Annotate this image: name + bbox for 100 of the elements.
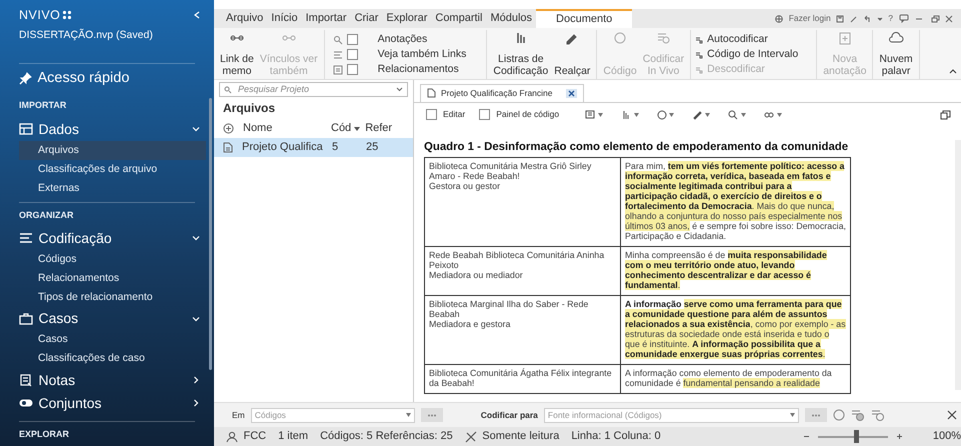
collapse-icon[interactable] — [194, 11, 200, 20]
scrollbar[interactable] — [209, 98, 212, 370]
more-button[interactable] — [804, 408, 827, 422]
sidebar-group[interactable]: Conjuntos — [38, 392, 102, 414]
read-only-icon — [464, 430, 477, 442]
sidebar-item[interactable]: Códigos — [19, 250, 206, 270]
checkbox-label[interactable]: Relacionamentos — [378, 62, 459, 77]
checkbox[interactable] — [426, 109, 437, 120]
ribbon-tab[interactable]: Explorar — [382, 9, 432, 28]
column-header[interactable]: Nome — [243, 120, 331, 137]
table-cell: Rede Beabah Biblioteca Comunitária Aninha Peixoto Mediadora ou mediador — [424, 246, 620, 296]
ribbon-tab[interactable]: Criar — [350, 9, 382, 28]
code-icon[interactable] — [870, 409, 885, 421]
close-icon[interactable] — [947, 410, 957, 420]
highlighter-icon — [692, 110, 702, 120]
ribbon-tab[interactable]: Importar — [302, 9, 351, 28]
uncode-icon[interactable] — [850, 409, 865, 421]
more-button[interactable] — [420, 408, 443, 422]
ribbon-tab[interactable]: Compartil — [431, 9, 486, 28]
chevron-icon[interactable] — [192, 234, 200, 242]
sidebar-group[interactable]: Codificação — [38, 228, 112, 249]
ribbon-button[interactable]: Realçar — [551, 30, 594, 79]
user-icon — [226, 430, 238, 442]
pen-icon[interactable] — [850, 14, 858, 22]
sidebar-item[interactable]: Arquivos — [19, 140, 206, 160]
toolbar-dropdown[interactable] — [692, 110, 710, 120]
login-link[interactable]: Fazer login — [788, 12, 831, 25]
checkbox[interactable] — [346, 34, 358, 45]
ribbon-button[interactable]: Link de memo — [217, 30, 257, 79]
sidebar-item[interactable]: Tipos de relacionamento — [19, 288, 206, 308]
sidebar-item[interactable]: Classificações de caso — [19, 349, 206, 368]
status-text: Linha: 1 Coluna: 0 — [571, 429, 661, 444]
toolbar-dropdown[interactable] — [764, 110, 782, 120]
chevron-icon[interactable] — [192, 376, 200, 384]
zoom-out-icon[interactable] — [802, 433, 810, 440]
more-icon — [810, 414, 821, 416]
checkbox-label[interactable]: Anotações — [378, 32, 428, 47]
caret-icon — [406, 413, 411, 417]
chevron-icon[interactable] — [192, 399, 200, 408]
toolbar-dropdown[interactable] — [620, 110, 639, 120]
sidebar-item[interactable]: Relacionamentos — [19, 269, 206, 288]
restore-icon[interactable] — [940, 110, 951, 120]
globe-icon — [775, 14, 784, 22]
toolbar-dropdown[interactable] — [728, 110, 746, 120]
table-cell: A informação serve como uma ferramenta para que a comunidade questione para além de assuntos relacionados a sua existência, como por exemplo - as estruturas da sociedade onde está inserida e tudo o que é instituinte. A informação possibilita que a comunidade enxergue suas próprias correntes. — [620, 295, 850, 364]
checkbox-label[interactable]: Veja também Links — [378, 47, 466, 62]
ribbon-tab[interactable]: Documento — [536, 9, 632, 28]
ribbon-button[interactable]: Autocodificar — [695, 32, 798, 47]
ribbon-tab[interactable]: Início — [267, 9, 302, 28]
help-button[interactable]: ? — [888, 12, 893, 25]
restore-icon[interactable] — [930, 14, 940, 22]
add-icon[interactable] — [223, 123, 234, 134]
status-text: Códigos: 5 Referências: 25 — [320, 429, 453, 444]
stripes-icon — [695, 66, 704, 74]
checkbox[interactable] — [346, 64, 358, 75]
section-heading: IMPORTAR — [19, 99, 66, 112]
close-icon[interactable] — [566, 88, 577, 98]
checkbox[interactable] — [479, 109, 490, 120]
section-heading: EXPLORAR — [19, 428, 70, 441]
ribbon-button[interactable]: Listras de Codificação — [490, 30, 552, 79]
sidebar-item[interactable]: Externas — [19, 178, 206, 198]
comment-icon[interactable] — [898, 14, 908, 23]
undo-icon[interactable] — [863, 14, 872, 22]
sidebar-item[interactable]: Classificações de arquivo — [19, 160, 206, 179]
table-cell: Para mim, tem um viés fortemente político: acesso a informação correta, verídica, baseada em fatos e socialmente legitimada contribui para a participação cidadã, o exercício de direitos e o fortalecimento da Democracia. Mais do que nunca, olhando a conjuntura do nosso país especialmente nos últimos 03 anos, é e sempre foi sobre isso: Democracia, Participação e Cidadania. — [620, 157, 850, 246]
close-icon[interactable] — [945, 14, 953, 22]
dropdown-icon[interactable] — [876, 14, 883, 22]
search-input[interactable]: Pesquisar Projeto — [238, 82, 390, 96]
sort-icon[interactable] — [354, 126, 360, 130]
chevron-icon[interactable] — [192, 125, 200, 134]
toolbar-dropdown[interactable] — [656, 110, 674, 120]
ribbon-button[interactable]: Código de Intervalo — [695, 47, 798, 62]
ribbon-tab[interactable]: Módulos — [486, 9, 536, 28]
checkbox-label[interactable]: Painel de código — [496, 108, 560, 122]
file-icon — [223, 142, 233, 153]
sidebar-group[interactable]: Dados — [38, 118, 79, 140]
checkbox-label[interactable]: Editar — [443, 108, 466, 122]
sidebar-item[interactable]: Casos — [19, 330, 206, 350]
checkbox[interactable] — [346, 49, 358, 60]
zoom-in-icon[interactable] — [896, 433, 903, 440]
table-cell-text: 5 — [332, 140, 340, 156]
notes-icon — [19, 373, 33, 387]
dropdown-icon[interactable] — [396, 87, 403, 92]
document-tab[interactable]: Projeto Qualificação Francine — [420, 84, 584, 102]
quick-access-link[interactable]: Acesso rápido — [38, 68, 130, 90]
list-row[interactable]: Projeto Qualifica 5 25 — [214, 138, 413, 157]
table-cell: Biblioteca Comunitária Ágatha Félix integrante da Beabah! — [424, 364, 620, 394]
save-icon[interactable] — [836, 14, 844, 22]
search-field[interactable]: Pesquisar Projeto — [219, 82, 408, 97]
circle-icon[interactable] — [832, 409, 845, 421]
slider-thumb[interactable] — [854, 430, 860, 443]
toolbar-dropdown[interactable] — [585, 110, 603, 120]
ribbon-collapse-icon[interactable] — [949, 67, 957, 75]
sidebar-group[interactable]: Casos — [38, 308, 78, 330]
chevron-icon[interactable] — [192, 314, 200, 323]
column-header[interactable]: Cód — [331, 120, 352, 137]
sidebar-group[interactable]: Notas — [38, 370, 76, 390]
ribbon-tab[interactable]: Arquivo — [222, 9, 268, 28]
column-header[interactable]: Refer — [365, 120, 396, 137]
ribbon-button[interactable]: Nuvem palavr — [876, 30, 916, 79]
